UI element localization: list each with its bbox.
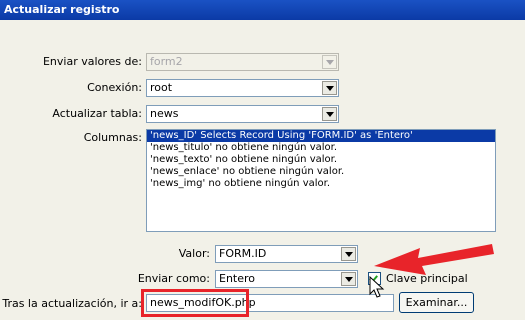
red-arrow-icon	[374, 244, 494, 275]
enviar-como-label: Enviar como:	[137, 272, 210, 285]
list-item[interactable]: 'news_texto' no obtiene ningún valor.	[147, 154, 495, 166]
chevron-down-icon[interactable]	[322, 81, 337, 95]
actualizar-tabla-label: Actualizar tabla:	[52, 107, 142, 120]
enviar-valores-value: form2	[150, 55, 183, 68]
conexion-select[interactable]: root	[146, 79, 339, 97]
list-item[interactable]: 'news_img' no obtiene ningún valor.	[147, 178, 495, 190]
valor-value: FORM.ID	[219, 247, 267, 260]
list-item[interactable]: 'news_enlace' no obtiene ningún valor.	[147, 166, 495, 178]
cursor-shape	[369, 276, 385, 298]
valor-select[interactable]: FORM.ID	[215, 245, 358, 263]
actualizar-tabla-select[interactable]: news	[146, 105, 339, 123]
mouse-cursor-icon	[369, 276, 385, 298]
enviar-como-value: Entero	[219, 272, 256, 285]
columnas-listbox[interactable]: 'news_ID' Selects Record Using 'FORM.ID'…	[146, 129, 496, 232]
red-highlight-box	[141, 289, 249, 317]
tras-actualizacion-label: Tras la actualización, ir a:	[2, 297, 142, 310]
chevron-down-icon	[322, 55, 337, 69]
red-arrow-shape	[374, 244, 494, 275]
chevron-down-icon[interactable]	[341, 272, 356, 286]
enviar-valores-label: Enviar valores de:	[42, 55, 142, 68]
chevron-down-icon[interactable]	[322, 107, 337, 121]
actualizar-tabla-value: news	[150, 107, 179, 120]
enviar-valores-select: form2	[146, 53, 339, 71]
dialog-title: Actualizar registro	[4, 3, 120, 16]
dialog-title-bar: Actualizar registro	[0, 0, 525, 20]
enviar-como-select[interactable]: Entero	[215, 270, 358, 288]
conexion-value: root	[150, 81, 173, 94]
examinar-button[interactable]: Examinar...	[399, 292, 474, 313]
columnas-label: Columnas:	[83, 131, 142, 144]
list-item[interactable]: 'news_ID' Selects Record Using 'FORM.ID'…	[147, 130, 495, 142]
chevron-down-icon[interactable]	[341, 247, 356, 261]
conexion-label: Conexión:	[87, 81, 142, 94]
list-item[interactable]: 'news_titulo' no obtiene ningún valor.	[147, 142, 495, 154]
valor-label: Valor:	[178, 247, 210, 260]
